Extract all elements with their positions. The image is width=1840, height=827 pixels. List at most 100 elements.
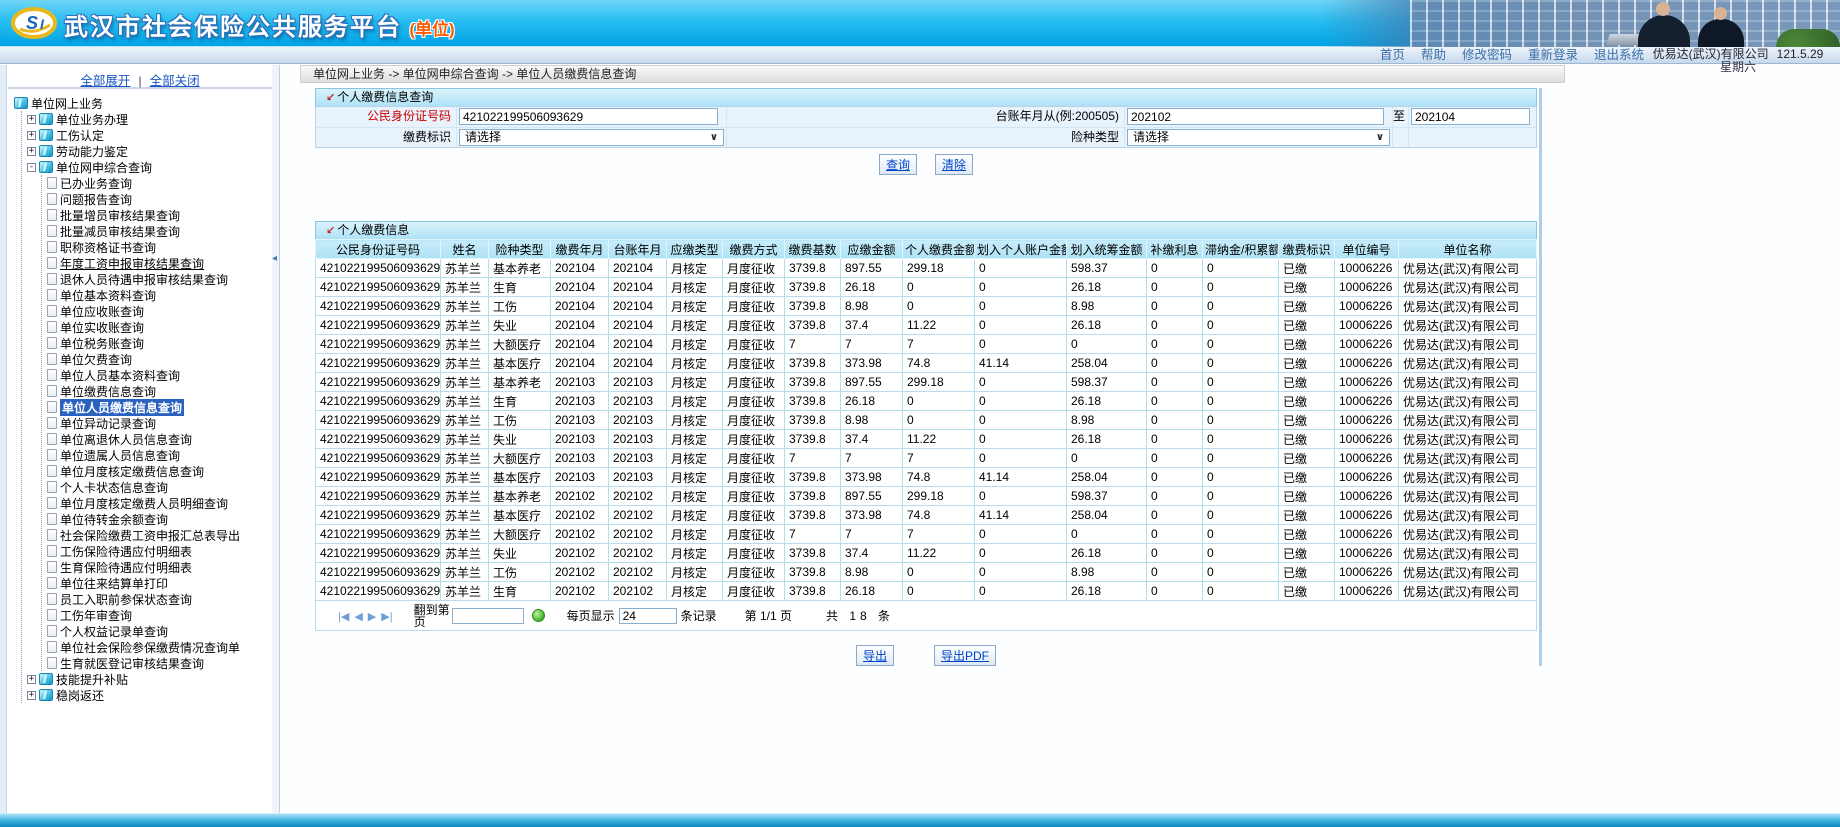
sidebar-item-label[interactable]: 单位社会保险参保缴费情况查询单 bbox=[60, 639, 240, 656]
sidebar-item[interactable]: 问题报告查询 bbox=[42, 191, 270, 207]
sidebar-item-label[interactable]: 单位异动记录查询 bbox=[60, 415, 156, 432]
sidebar-item-label[interactable]: 单位基本资料查询 bbox=[60, 287, 156, 304]
sidebar-item[interactable]: 单位缴费信息查询 bbox=[42, 383, 270, 399]
sidebar-item[interactable]: 单位人员缴费信息查询 bbox=[42, 399, 270, 415]
sidebar-item-label[interactable]: 社会保险缴费工资申报汇总表导出 bbox=[60, 527, 240, 544]
sidebar-item-label[interactable]: 单位实收账查询 bbox=[60, 319, 144, 336]
sidebar-item-label[interactable]: 个人权益记录单查询 bbox=[60, 623, 168, 640]
sidebar-item[interactable]: 社会保险缴费工资申报汇总表导出 bbox=[42, 527, 270, 543]
query-button[interactable]: 查询 bbox=[879, 154, 917, 175]
sidebar-item-label[interactable]: 工伤认定 bbox=[56, 127, 104, 144]
next-page-icon[interactable]: ▶ bbox=[368, 611, 376, 623]
sidebar-item-label[interactable]: 工伤保险待遇应付明细表 bbox=[60, 543, 192, 560]
per-page-input[interactable] bbox=[619, 608, 677, 624]
sidebar-folder[interactable]: + 稳岗返还 bbox=[22, 687, 270, 703]
sidebar-item[interactable]: 工伤保险待遇应付明细表 bbox=[42, 543, 270, 559]
sidebar-item[interactable]: 单位社会保险参保缴费情况查询单 bbox=[42, 639, 270, 655]
sidebar-item-label[interactable]: 批量减员审核结果查询 bbox=[60, 223, 180, 240]
pay-flag-select[interactable]: 请选择 ∨ bbox=[459, 129, 724, 146]
sidebar-item[interactable]: 单位待转金余额查询 bbox=[42, 511, 270, 527]
last-page-icon[interactable]: ▶| bbox=[381, 611, 392, 623]
sidebar-item-label[interactable]: 单位待转金余额查询 bbox=[60, 511, 168, 528]
go-page-icon[interactable] bbox=[532, 609, 545, 622]
sidebar-splitter[interactable]: ◂ bbox=[272, 65, 280, 813]
sidebar-item-label[interactable]: 批量增员审核结果查询 bbox=[60, 207, 180, 224]
sidebar-item-label[interactable]: 单位人员缴费信息查询 bbox=[60, 399, 184, 416]
sidebar-item-label[interactable]: 单位遗属人员信息查询 bbox=[60, 447, 180, 464]
sidebar-item[interactable]: 退休人员待遇申报审核结果查询 bbox=[42, 271, 270, 287]
sidebar-item[interactable]: 职称资格证书查询 bbox=[42, 239, 270, 255]
sidebar-item[interactable]: 单位往来结算单打印 bbox=[42, 575, 270, 591]
sidebar-item[interactable]: 单位异动记录查询 bbox=[42, 415, 270, 431]
sidebar-item-label[interactable]: 技能提升补贴 bbox=[56, 671, 128, 688]
sidebar-item-label[interactable]: 问题报告查询 bbox=[60, 191, 132, 208]
sidebar-item-label[interactable]: 员工入职前参保状态查询 bbox=[60, 591, 192, 608]
insurance-type-select[interactable]: 请选择 ∨ bbox=[1127, 129, 1390, 146]
sidebar-item-label[interactable]: 单位应收账查询 bbox=[60, 303, 144, 320]
sidebar-folder[interactable]: 单位网上业务 bbox=[14, 95, 270, 111]
sidebar-item-label[interactable]: 单位人员基本资料查询 bbox=[60, 367, 180, 384]
sidebar-item-label[interactable]: 年度工资申报审核结果查询 bbox=[60, 255, 204, 272]
collapse-sidebar-icon[interactable]: ◂ bbox=[272, 253, 277, 264]
sidebar-item-label[interactable]: 已办业务查询 bbox=[60, 175, 132, 192]
topnav-link[interactable]: 帮助 bbox=[1421, 47, 1446, 63]
sidebar-item[interactable]: 单位欠费查询 bbox=[42, 351, 270, 367]
topnav-link[interactable]: 首页 bbox=[1380, 47, 1405, 63]
first-page-icon[interactable]: |◀ bbox=[338, 611, 349, 623]
sidebar-item-label[interactable]: 单位往来结算单打印 bbox=[60, 575, 168, 592]
expand-all-link[interactable]: 全部展开 bbox=[80, 74, 130, 88]
goto-page-input[interactable] bbox=[452, 608, 524, 624]
topnav-link[interactable]: 重新登录 bbox=[1528, 47, 1578, 63]
collapse-all-link[interactable]: 全部关闭 bbox=[150, 74, 200, 88]
sidebar-item-label[interactable]: 单位离退休人员信息查询 bbox=[60, 431, 192, 448]
sidebar-item-label[interactable]: 个人卡状态信息查询 bbox=[60, 479, 168, 496]
sidebar-item[interactable]: 单位离退休人员信息查询 bbox=[42, 431, 270, 447]
id-input[interactable] bbox=[459, 108, 718, 125]
sidebar-item-label[interactable]: 职称资格证书查询 bbox=[60, 239, 156, 256]
sidebar-item-label[interactable]: 单位网上业务 bbox=[31, 95, 103, 112]
sidebar-item[interactable]: 批量增员审核结果查询 bbox=[42, 207, 270, 223]
expand-node-icon[interactable]: + bbox=[27, 147, 36, 156]
sidebar-item-label[interactable]: 单位月度核定缴费人员明细查询 bbox=[60, 495, 228, 512]
expand-node-icon[interactable]: + bbox=[27, 691, 36, 700]
sidebar-item-label[interactable]: 劳动能力鉴定 bbox=[56, 143, 128, 160]
sidebar-item-label[interactable]: 单位欠费查询 bbox=[60, 351, 132, 368]
sidebar-item[interactable]: 年度工资申报审核结果查询 bbox=[42, 255, 270, 271]
sidebar-item-label[interactable]: 生育保险待遇应付明细表 bbox=[60, 559, 192, 576]
sidebar-item-label[interactable]: 单位月度核定缴费信息查询 bbox=[60, 463, 204, 480]
sidebar-item[interactable]: 单位月度核定缴费人员明细查询 bbox=[42, 495, 270, 511]
sidebar-folder[interactable]: + 工伤认定 bbox=[22, 127, 270, 143]
sidebar-item-label[interactable]: 单位税务账查询 bbox=[60, 335, 144, 352]
export-pdf-button[interactable]: 导出PDF bbox=[934, 645, 996, 666]
sidebar-item[interactable]: 单位税务账查询 bbox=[42, 335, 270, 351]
sidebar-item[interactable]: 批量减员审核结果查询 bbox=[42, 223, 270, 239]
collapse-node-icon[interactable]: - bbox=[27, 163, 36, 172]
sidebar-item[interactable]: 生育就医登记审核结果查询 bbox=[42, 655, 270, 671]
sidebar-item[interactable]: 生育保险待遇应付明细表 bbox=[42, 559, 270, 575]
sidebar-item[interactable]: 单位基本资料查询 bbox=[42, 287, 270, 303]
sidebar-item-label[interactable]: 退休人员待遇申报审核结果查询 bbox=[60, 271, 228, 288]
expand-node-icon[interactable]: + bbox=[27, 131, 36, 140]
export-button[interactable]: 导出 bbox=[856, 645, 894, 666]
sidebar-item[interactable]: 单位月度核定缴费信息查询 bbox=[42, 463, 270, 479]
sidebar-item[interactable]: 工伤年审查询 bbox=[42, 607, 270, 623]
sidebar-item[interactable]: 个人卡状态信息查询 bbox=[42, 479, 270, 495]
period-to-input[interactable] bbox=[1411, 108, 1530, 125]
sidebar-item-label[interactable]: 单位缴费信息查询 bbox=[60, 383, 156, 400]
sidebar-item-label[interactable]: 单位网申综合查询 bbox=[56, 159, 152, 176]
sidebar-item[interactable]: 个人权益记录单查询 bbox=[42, 623, 270, 639]
expand-node-icon[interactable]: + bbox=[27, 675, 36, 684]
sidebar-folder[interactable]: + 技能提升补贴 bbox=[22, 671, 270, 687]
sidebar-item[interactable]: 已办业务查询 bbox=[42, 175, 270, 191]
topnav-link[interactable]: 修改密码 bbox=[1462, 47, 1512, 63]
sidebar-item[interactable]: 单位应收账查询 bbox=[42, 303, 270, 319]
sidebar-item[interactable]: 员工入职前参保状态查询 bbox=[42, 591, 270, 607]
sidebar-item-label[interactable]: 稳岗返还 bbox=[56, 687, 104, 704]
prev-page-icon[interactable]: ◀ bbox=[354, 611, 362, 623]
sidebar-folder[interactable]: - 单位网申综合查询 bbox=[22, 159, 270, 175]
sidebar-item[interactable]: 单位实收账查询 bbox=[42, 319, 270, 335]
clear-button[interactable]: 清除 bbox=[935, 154, 973, 175]
sidebar-item-label[interactable]: 生育就医登记审核结果查询 bbox=[60, 655, 204, 672]
sidebar-folder[interactable]: + 单位业务办理 bbox=[22, 111, 270, 127]
period-from-input[interactable] bbox=[1127, 108, 1384, 125]
